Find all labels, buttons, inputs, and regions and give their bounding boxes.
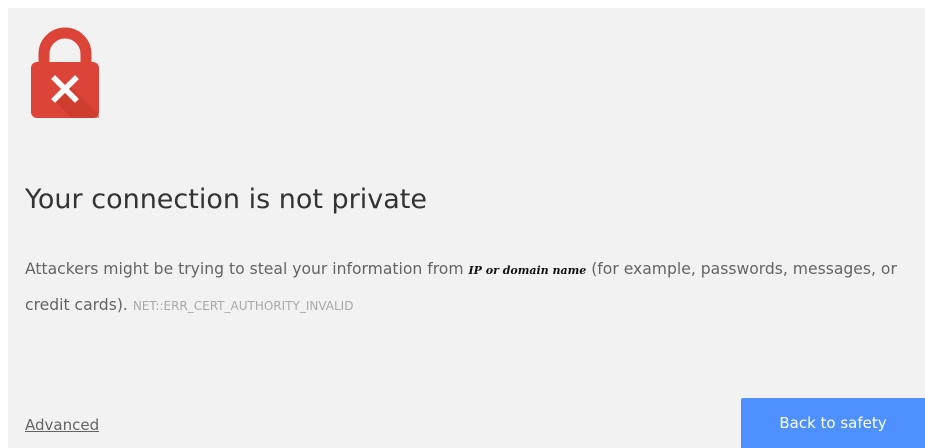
interstitial-page: Your connection is not private Attackers… xyxy=(8,8,925,448)
error-description: Attackers might be trying to steal your … xyxy=(25,252,915,323)
description-text: Attackers might be trying to steal your … xyxy=(25,260,469,278)
back-to-safety-button[interactable]: Back to safety xyxy=(741,398,925,448)
advanced-link[interactable]: Advanced xyxy=(25,416,99,434)
domain-placeholder: IP or domain name xyxy=(468,264,587,277)
page-title: Your connection is not private xyxy=(25,184,427,215)
error-code[interactable]: NET::ERR_CERT_AUTHORITY_INVALID xyxy=(133,299,354,313)
lock-error-icon xyxy=(31,27,99,118)
